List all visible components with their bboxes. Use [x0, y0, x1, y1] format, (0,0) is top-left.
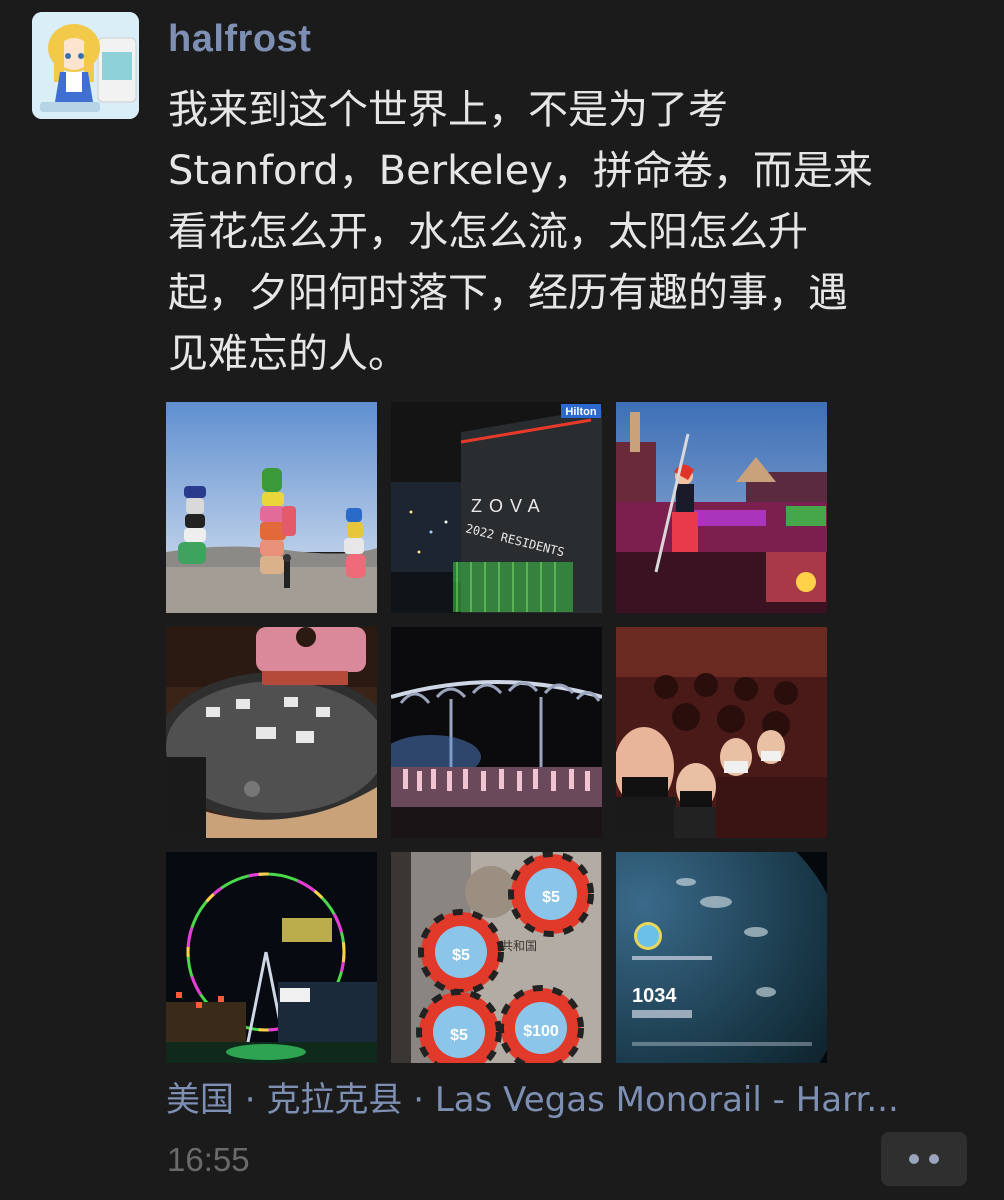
- photo-rock-towers[interactable]: [166, 402, 377, 613]
- svg-text:Hilton: Hilton: [565, 406, 596, 418]
- photo-ferris-wheel[interactable]: [166, 852, 377, 1063]
- photo-earth-app[interactable]: 1034: [616, 852, 827, 1063]
- photo-theater-selfie[interactable]: [616, 627, 827, 838]
- more-dot-icon: [929, 1154, 939, 1164]
- avatar[interactable]: [32, 12, 139, 119]
- more-actions-button[interactable]: [881, 1132, 967, 1186]
- location-link[interactable]: 美国 · 克拉克县 · Las Vegas Monorail - Harr...: [166, 1078, 966, 1122]
- photo-casino-chips[interactable]: 共和国 $5 $5 $5 $100: [391, 852, 602, 1063]
- post-text-line: 起，夕阳何时落下，经历有趣的事，遇: [168, 270, 848, 316]
- chip-value: $5: [542, 889, 560, 906]
- post-text-line: 看花怎么开，水怎么流，太阳怎么升: [168, 209, 808, 255]
- chip-5-b: $5: [418, 909, 504, 995]
- post-text-line: 我来到这个世界上，不是为了考: [168, 87, 728, 133]
- svg-text:共和国: 共和国: [501, 939, 537, 953]
- chip-5-a: $5: [508, 852, 594, 937]
- post-text-line: 见难忘的人。: [168, 331, 408, 377]
- photo-casino-statue[interactable]: [616, 402, 827, 613]
- photo-building-sign[interactable]: Hilton ZOVA 2022 RESIDENTS: [391, 402, 602, 613]
- svg-text:ZOVA: ZOVA: [471, 496, 547, 516]
- more-dot-icon: [909, 1154, 919, 1164]
- chip-value: $100: [523, 1023, 559, 1040]
- chip-value: $5: [452, 947, 470, 964]
- chip-value: $5: [450, 1027, 468, 1044]
- app-number: 1034: [632, 985, 677, 1007]
- photo-grid: Hilton ZOVA 2022 RESIDENTS 共和国 $5 $5 $5 …: [166, 402, 827, 1063]
- photo-blackjack-table[interactable]: [166, 627, 377, 838]
- photo-stage-show[interactable]: [391, 627, 602, 838]
- username[interactable]: halfrost: [168, 14, 311, 64]
- post-text: 我来到这个世界上，不是为了考 Stanford，Berkeley，拼命卷，而是来…: [168, 80, 968, 385]
- post-time: 16:55: [167, 1141, 250, 1178]
- post-text-line: Stanford，Berkeley，拼命卷，而是来: [168, 148, 873, 194]
